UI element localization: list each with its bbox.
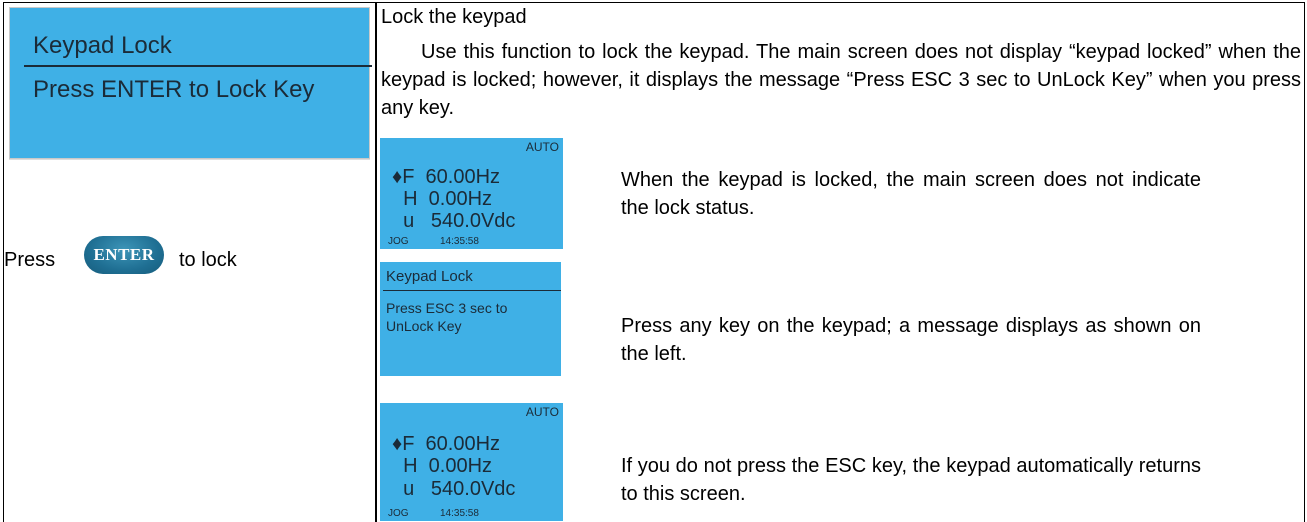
screen2-description: Press any key on the keypad; a message d…	[621, 315, 1201, 365]
press-enter-instruction: Press ENTER to lock	[4, 236, 374, 276]
frequency-command-line: ♦F 60.00Hz	[392, 166, 501, 188]
keypad-lcd-lock-screen: Keypad Lock Press ENTER to Lock Key	[9, 7, 372, 159]
clock-display: 14:35:58	[440, 508, 479, 519]
description-paragraph: Use this function to lock the keypad. Th…	[381, 41, 1301, 119]
output-frequency-line: H 0.00Hz	[392, 188, 493, 210]
lcd-divider	[24, 65, 372, 67]
instruction-table: Keypad Lock Press ENTER to Lock Key Pres…	[0, 0, 1307, 522]
enter-key-icon: ENTER	[84, 236, 164, 274]
lcd-message: Press ENTER to Lock Key	[33, 76, 315, 103]
section-heading: Lock the keypad	[381, 6, 527, 28]
lcd-message: Press ESC 3 sec to UnLock Key	[386, 300, 508, 334]
to-lock-label: to lock	[179, 249, 237, 271]
lcd-title: Keypad Lock	[386, 268, 473, 285]
frequency-command-line: ♦F 60.00Hz	[392, 433, 501, 455]
jog-indicator: JOG	[388, 508, 409, 519]
mode-indicator: AUTO	[525, 140, 559, 154]
clock-display: 14:35:58	[440, 236, 479, 247]
lcd-main-screen: AUTO ♦F 60.00Hz H 0.00Hz u 540.0Vdc JOG …	[380, 138, 563, 249]
dc-bus-voltage-line: u 540.0Vdc	[392, 210, 516, 232]
left-cell: Keypad Lock Press ENTER to Lock Key Pres…	[3, 2, 377, 522]
press-label: Press	[4, 249, 56, 271]
screen3-description: If you do not press the ESC key, the key…	[621, 455, 1201, 505]
output-frequency-line: H 0.00Hz	[392, 455, 493, 477]
jog-indicator: JOG	[388, 236, 409, 247]
mode-indicator: AUTO	[525, 405, 559, 419]
right-cell: Lock the keypad Use this function to loc…	[377, 2, 1305, 522]
lcd-title: Keypad Lock	[33, 32, 172, 59]
dc-bus-voltage-line: u 540.0Vdc	[392, 478, 516, 500]
lcd-unlock-message-screen: Keypad Lock Press ESC 3 sec to UnLock Ke…	[380, 262, 561, 376]
screen1-description: When the keypad is locked, the main scre…	[621, 169, 1201, 219]
lcd-divider	[383, 290, 561, 291]
lcd-main-screen-returned: AUTO ♦F 60.00Hz H 0.00Hz u 540.0Vdc JOG …	[380, 403, 563, 521]
